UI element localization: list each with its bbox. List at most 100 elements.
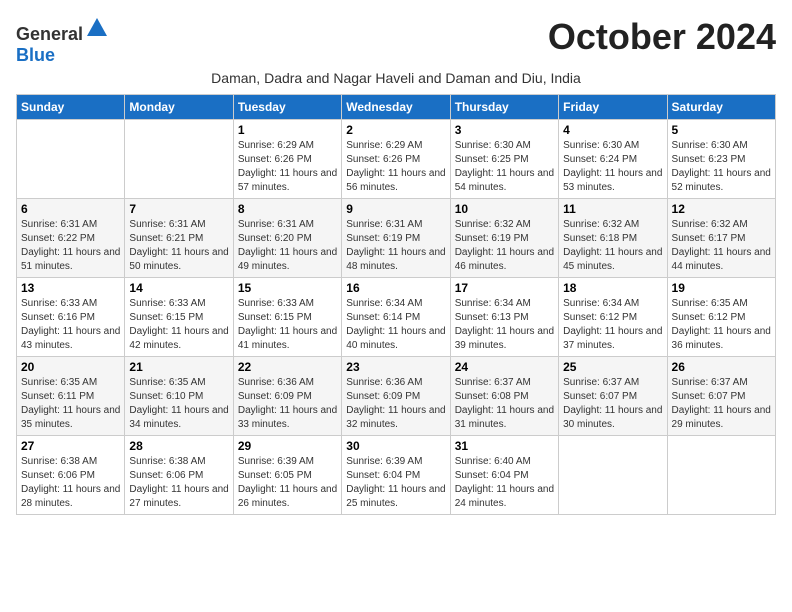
calendar-header: SundayMondayTuesdayWednesdayThursdayFrid… [17,95,776,120]
calendar-cell: 19 Sunrise: 6:35 AM Sunset: 6:12 PM Dayli… [667,278,775,357]
day-info: Sunrise: 6:31 AM Sunset: 6:20 PM Dayligh… [238,218,337,274]
calendar-cell: 9 Sunrise: 6:31 AM Sunset: 6:19 PM Daylig… [342,199,450,278]
day-info: Sunrise: 6:29 AM Sunset: 6:26 PM Dayligh… [346,139,445,195]
day-number: 7 [129,202,228,216]
calendar-cell: 15 Sunrise: 6:33 AM Sunset: 6:15 PM Dayli… [233,278,341,357]
day-number: 6 [21,202,120,216]
day-number: 27 [21,439,120,453]
day-info: Sunrise: 6:34 AM Sunset: 6:14 PM Dayligh… [346,297,445,353]
day-info: Sunrise: 6:38 AM Sunset: 6:06 PM Dayligh… [129,455,228,511]
calendar-cell: 31Sunrise: 6:40 AM Sunset: 6:04 PM Dayli… [450,436,558,515]
day-info: Sunrise: 6:39 AM Sunset: 6:05 PM Dayligh… [238,455,337,511]
calendar-cell: 20 Sunrise: 6:35 AM Sunset: 6:11 PM Dayli… [17,357,125,436]
day-info: Sunrise: 6:33 AM Sunset: 6:15 PM Dayligh… [238,297,337,353]
day-number: 16 [346,281,445,295]
calendar-cell: 1 Sunrise: 6:29 AM Sunset: 6:26 PM Daylig… [233,120,341,199]
day-number: 9 [346,202,445,216]
day-number: 19 [672,281,771,295]
day-info: Sunrise: 6:37 AM Sunset: 6:07 PM Dayligh… [563,376,662,432]
day-of-week-header: Wednesday [342,95,450,120]
calendar-cell: 25Sunrise: 6:37 AM Sunset: 6:07 PM Dayli… [559,357,667,436]
day-info: Sunrise: 6:32 AM Sunset: 6:17 PM Dayligh… [672,218,771,274]
month-title: October 2024 [548,16,776,58]
calendar-cell: 2Sunrise: 6:29 AM Sunset: 6:26 PM Daylig… [342,120,450,199]
calendar-cell: 24 Sunrise: 6:37 AM Sunset: 6:08 PM Dayli… [450,357,558,436]
calendar-subtitle: Daman, Dadra and Nagar Haveli and Daman … [16,70,776,86]
day-of-week-header: Sunday [17,95,125,120]
calendar-cell [667,436,775,515]
day-number: 26 [672,360,771,374]
calendar-cell: 17Sunrise: 6:34 AM Sunset: 6:13 PM Dayli… [450,278,558,357]
calendar-week-row: 27 Sunrise: 6:38 AM Sunset: 6:06 PM Dayli… [17,436,776,515]
day-info: Sunrise: 6:33 AM Sunset: 6:16 PM Dayligh… [21,297,120,353]
day-number: 23 [346,360,445,374]
day-info: Sunrise: 6:30 AM Sunset: 6:25 PM Dayligh… [455,139,554,195]
calendar-week-row: 1 Sunrise: 6:29 AM Sunset: 6:26 PM Daylig… [17,120,776,199]
calendar-cell [125,120,233,199]
calendar-cell: 5 Sunrise: 6:30 AM Sunset: 6:23 PM Daylig… [667,120,775,199]
day-info: Sunrise: 6:36 AM Sunset: 6:09 PM Dayligh… [238,376,337,432]
day-info: Sunrise: 6:31 AM Sunset: 6:22 PM Dayligh… [21,218,120,274]
day-number: 28 [129,439,228,453]
calendar-cell: 13Sunrise: 6:33 AM Sunset: 6:16 PM Dayli… [17,278,125,357]
calendar-cell: 23 Sunrise: 6:36 AM Sunset: 6:09 PM Dayli… [342,357,450,436]
calendar-cell: 26 Sunrise: 6:37 AM Sunset: 6:07 PM Dayli… [667,357,775,436]
page-header: General Blue October 2024 [16,16,776,66]
day-info: Sunrise: 6:34 AM Sunset: 6:13 PM Dayligh… [455,297,554,353]
day-info: Sunrise: 6:36 AM Sunset: 6:09 PM Dayligh… [346,376,445,432]
calendar-week-row: 6 Sunrise: 6:31 AM Sunset: 6:22 PM Daylig… [17,199,776,278]
calendar-cell [17,120,125,199]
day-info: Sunrise: 6:30 AM Sunset: 6:23 PM Dayligh… [672,139,771,195]
calendar-cell: 18Sunrise: 6:34 AM Sunset: 6:12 PM Dayli… [559,278,667,357]
day-number: 20 [21,360,120,374]
day-info: Sunrise: 6:32 AM Sunset: 6:18 PM Dayligh… [563,218,662,274]
day-number: 4 [563,123,662,137]
day-info: Sunrise: 6:37 AM Sunset: 6:08 PM Dayligh… [455,376,554,432]
day-info: Sunrise: 6:29 AM Sunset: 6:26 PM Dayligh… [238,139,337,195]
calendar-table: SundayMondayTuesdayWednesdayThursdayFrid… [16,94,776,515]
day-info: Sunrise: 6:31 AM Sunset: 6:19 PM Dayligh… [346,218,445,274]
calendar-cell: 12 Sunrise: 6:32 AM Sunset: 6:17 PM Dayli… [667,199,775,278]
calendar-week-row: 13Sunrise: 6:33 AM Sunset: 6:16 PM Dayli… [17,278,776,357]
calendar-cell: 27 Sunrise: 6:38 AM Sunset: 6:06 PM Dayli… [17,436,125,515]
day-info: Sunrise: 6:35 AM Sunset: 6:10 PM Dayligh… [129,376,228,432]
calendar-cell: 14Sunrise: 6:33 AM Sunset: 6:15 PM Dayli… [125,278,233,357]
calendar-cell: 22Sunrise: 6:36 AM Sunset: 6:09 PM Dayli… [233,357,341,436]
day-of-week-header: Friday [559,95,667,120]
calendar-cell: 6 Sunrise: 6:31 AM Sunset: 6:22 PM Daylig… [17,199,125,278]
day-number: 1 [238,123,337,137]
day-number: 15 [238,281,337,295]
calendar-week-row: 20 Sunrise: 6:35 AM Sunset: 6:11 PM Dayli… [17,357,776,436]
day-number: 31 [455,439,554,453]
calendar-cell: 29 Sunrise: 6:39 AM Sunset: 6:05 PM Dayli… [233,436,341,515]
day-of-week-header: Thursday [450,95,558,120]
day-info: Sunrise: 6:33 AM Sunset: 6:15 PM Dayligh… [129,297,228,353]
day-number: 3 [455,123,554,137]
day-info: Sunrise: 6:35 AM Sunset: 6:12 PM Dayligh… [672,297,771,353]
day-info: Sunrise: 6:35 AM Sunset: 6:11 PM Dayligh… [21,376,120,432]
logo-general: General [16,24,83,44]
day-info: Sunrise: 6:31 AM Sunset: 6:21 PM Dayligh… [129,218,228,274]
logo-blue: Blue [16,45,55,65]
calendar-cell: 3 Sunrise: 6:30 AM Sunset: 6:25 PM Daylig… [450,120,558,199]
day-number: 24 [455,360,554,374]
logo-text: General Blue [16,16,109,66]
day-number: 29 [238,439,337,453]
calendar-cell: 30 Sunrise: 6:39 AM Sunset: 6:04 PM Dayli… [342,436,450,515]
calendar-cell: 10Sunrise: 6:32 AM Sunset: 6:19 PM Dayli… [450,199,558,278]
day-info: Sunrise: 6:37 AM Sunset: 6:07 PM Dayligh… [672,376,771,432]
calendar-cell: 8Sunrise: 6:31 AM Sunset: 6:20 PM Daylig… [233,199,341,278]
calendar-cell: 21Sunrise: 6:35 AM Sunset: 6:10 PM Dayli… [125,357,233,436]
day-number: 30 [346,439,445,453]
day-info: Sunrise: 6:39 AM Sunset: 6:04 PM Dayligh… [346,455,445,511]
day-number: 12 [672,202,771,216]
calendar-cell: 28 Sunrise: 6:38 AM Sunset: 6:06 PM Dayli… [125,436,233,515]
calendar-cell: 4Sunrise: 6:30 AM Sunset: 6:24 PM Daylig… [559,120,667,199]
day-number: 10 [455,202,554,216]
day-number: 5 [672,123,771,137]
day-number: 11 [563,202,662,216]
day-of-week-header: Monday [125,95,233,120]
day-info: Sunrise: 6:34 AM Sunset: 6:12 PM Dayligh… [563,297,662,353]
day-info: Sunrise: 6:38 AM Sunset: 6:06 PM Dayligh… [21,455,120,511]
calendar-body: 1 Sunrise: 6:29 AM Sunset: 6:26 PM Daylig… [17,120,776,515]
